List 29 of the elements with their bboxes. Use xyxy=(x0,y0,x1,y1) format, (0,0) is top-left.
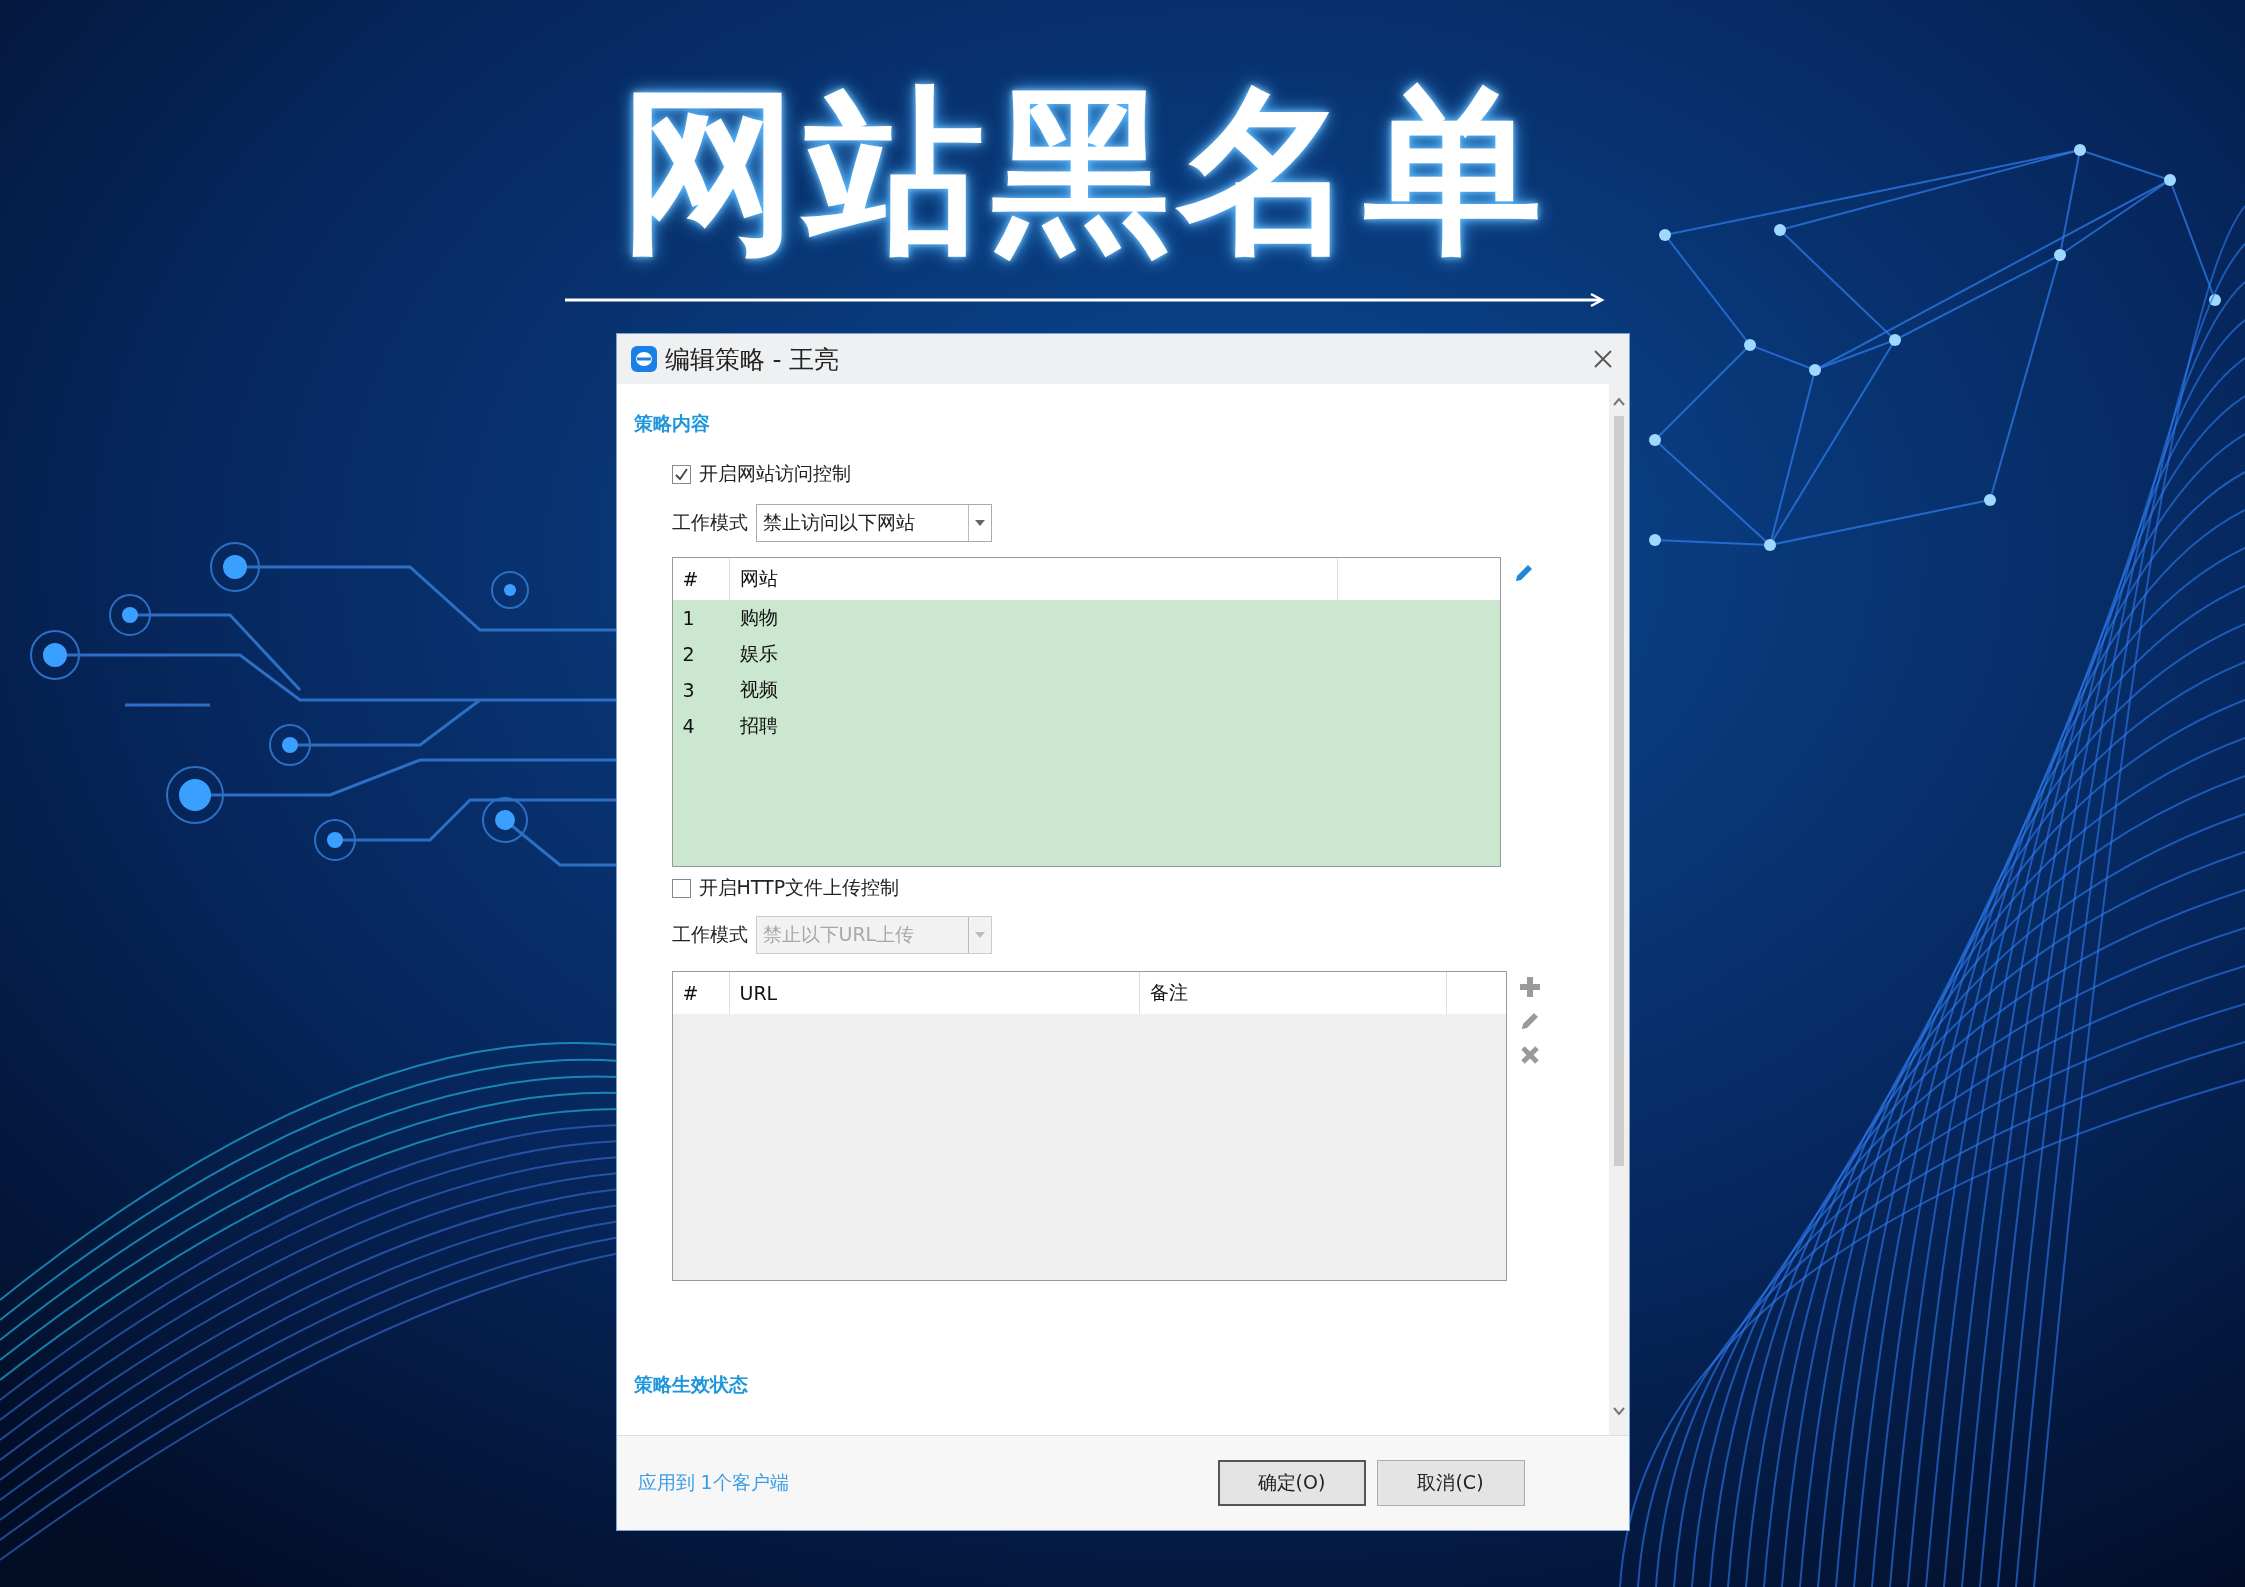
table-cell: 2 xyxy=(682,643,695,665)
checkbox-label: 开启网站访问控制 xyxy=(698,461,851,486)
table-cell-text: 招聘 xyxy=(739,713,778,738)
mode-label: 工作模式 xyxy=(671,922,748,947)
scrollbar[interactable] xyxy=(1608,384,1629,1435)
section-title: 策略生效状态 xyxy=(633,1372,748,1397)
mode-label: 工作模式 xyxy=(671,510,748,535)
checkbox[interactable] xyxy=(671,878,691,898)
plus-icon xyxy=(1518,976,1541,998)
table-cell: 4 xyxy=(682,715,695,737)
app-icon xyxy=(630,346,657,372)
caret-icon xyxy=(974,932,985,938)
caret-icon xyxy=(974,520,985,526)
delete-icon xyxy=(1519,1045,1540,1065)
table-cell-text: 购物 xyxy=(739,605,778,630)
table-cell: 3 xyxy=(682,679,695,701)
cancel-button[interactable]: 取消(C) xyxy=(1376,1460,1525,1506)
mode-dropdown[interactable]: 禁止访问以下网站 xyxy=(755,504,992,542)
table-cell-text: 视频 xyxy=(739,677,778,702)
checkbox-label: 开启HTTP文件上传控制 xyxy=(698,875,900,900)
close-icon xyxy=(1593,350,1612,368)
ok-button[interactable]: 确定(O) xyxy=(1217,1460,1366,1506)
hero-title: 网站黑名单 xyxy=(619,82,1550,262)
table-cell: 1 xyxy=(682,607,695,629)
checkbox[interactable] xyxy=(671,464,691,484)
window-title: 编辑策略 - 王亮 xyxy=(664,343,841,376)
table-cell-text: 娱乐 xyxy=(739,641,778,666)
scrollbar-thumb[interactable] xyxy=(1613,416,1624,1166)
section-title: 策略内容 xyxy=(633,411,710,436)
